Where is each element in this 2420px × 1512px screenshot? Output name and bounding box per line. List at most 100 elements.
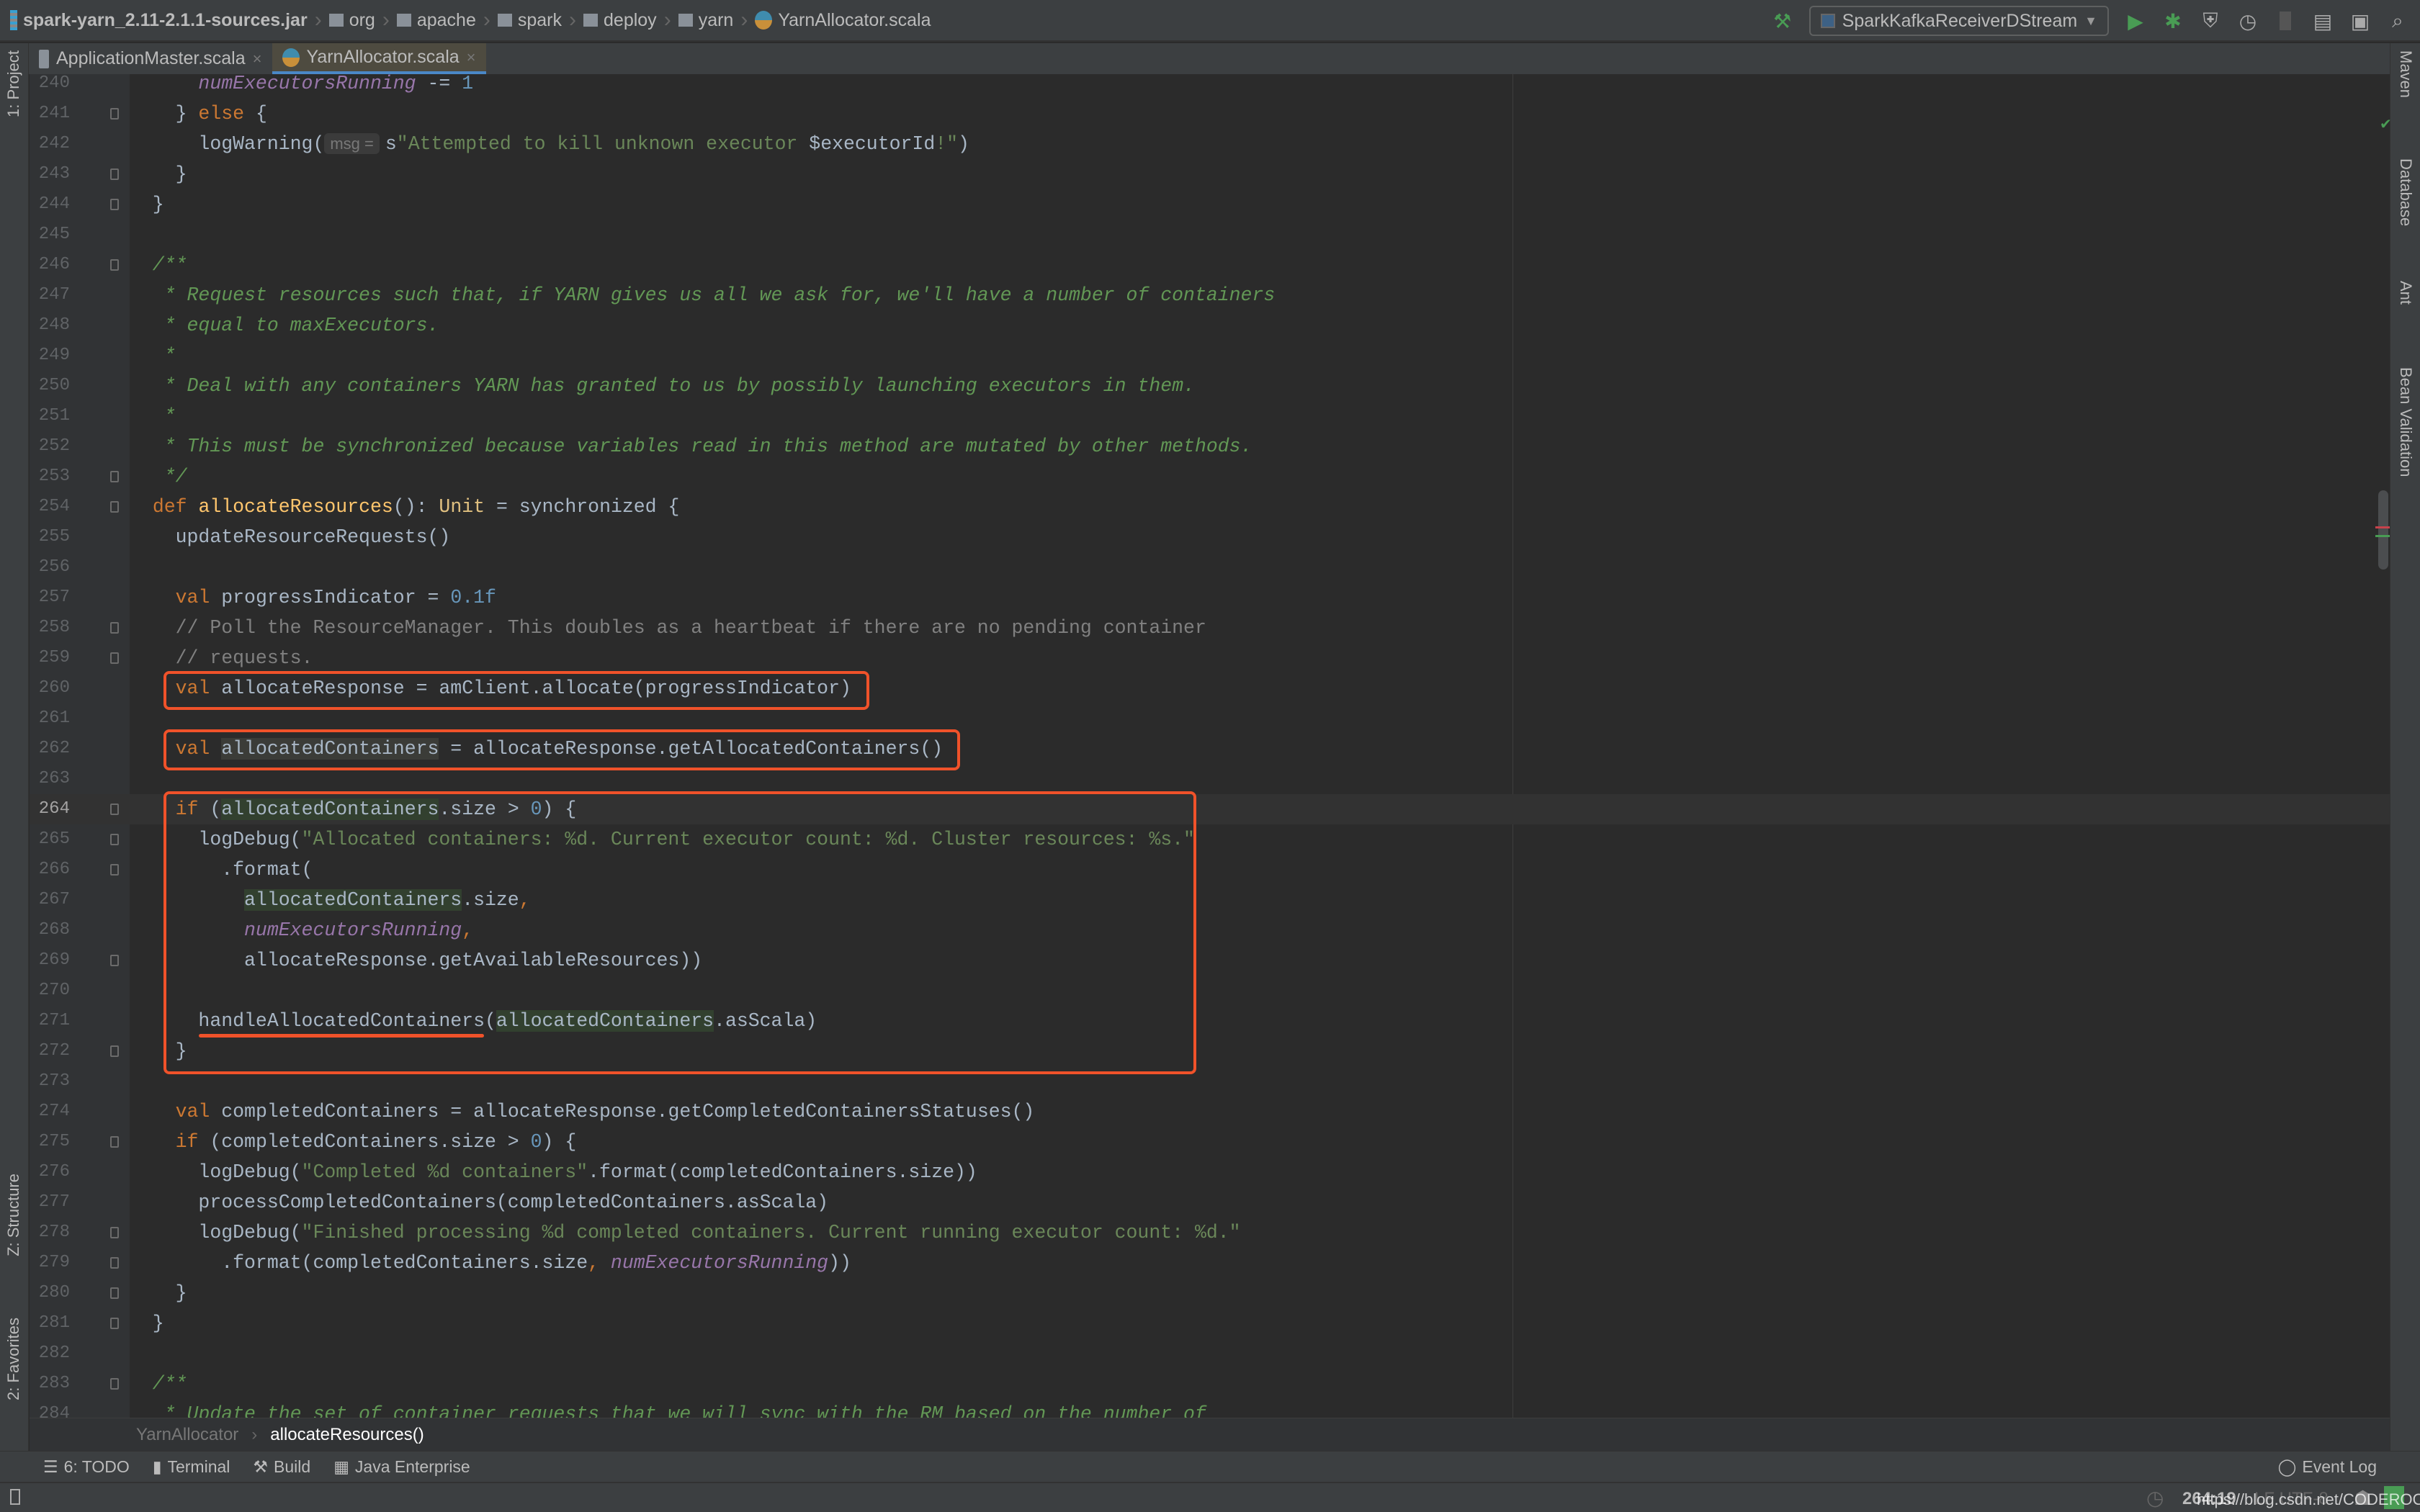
bean-validation-tool-button[interactable]: Bean Validation	[2396, 367, 2415, 477]
fold-marker-icon[interactable]	[110, 1136, 119, 1148]
fold-marker-icon[interactable]	[110, 1045, 119, 1057]
code-line[interactable]: 258 // Poll the ResourceManager. This do…	[30, 613, 2390, 643]
code-line[interactable]: 282	[30, 1338, 2390, 1369]
nav-crumb[interactable]: spark-yarn_2.11-2.1.1-sources.jar	[0, 10, 315, 31]
code-line[interactable]: 249 *	[30, 341, 2390, 371]
code-line[interactable]: 255 updateResourceRequests()	[30, 522, 2390, 552]
code-line[interactable]: 254 def allocateResources(): Unit = sync…	[30, 492, 2390, 522]
build-tool-button[interactable]: ⚒ Build	[241, 1457, 322, 1477]
fold-marker-icon[interactable]	[110, 471, 119, 482]
code-line[interactable]: 274 val completedContainers = allocateRe…	[30, 1097, 2390, 1127]
close-icon[interactable]: ×	[467, 48, 476, 67]
code-token: logDebug(	[130, 1161, 302, 1183]
fold-marker-icon[interactable]	[110, 1257, 119, 1269]
fold-marker-icon[interactable]	[110, 108, 119, 120]
fold-marker-icon[interactable]	[110, 168, 119, 180]
search-icon[interactable]: ⌕	[2387, 9, 2408, 32]
code-line[interactable]: 256	[30, 552, 2390, 582]
fold-marker-icon[interactable]	[110, 1318, 119, 1329]
code-token: // Poll the ResourceManager. This double…	[130, 617, 1206, 639]
stop-icon[interactable]	[2275, 10, 2296, 32]
code-breadcrumb: YarnAllocator › allocateResources()	[30, 1418, 2390, 1451]
code-line[interactable]: 275 if (completedContainers.size > 0) {	[30, 1127, 2390, 1157]
code-line[interactable]: 243 }	[30, 159, 2390, 189]
editor-scrollbar[interactable]: ✔	[2375, 74, 2392, 1418]
maven-tool-button[interactable]: Maven	[2396, 50, 2415, 98]
fold-marker-icon[interactable]	[110, 259, 119, 271]
code-editor[interactable]: 240 numExecutorsRunning -= 1 241 } else {…	[30, 74, 2390, 1418]
code-line[interactable]: 240 numExecutorsRunning -= 1	[30, 74, 2390, 99]
breadcrumb-class[interactable]: YarnAllocator	[136, 1425, 238, 1445]
code-line[interactable]: 280 }	[30, 1278, 2390, 1308]
code-line[interactable]: 244 }	[30, 189, 2390, 220]
code-line[interactable]: 259 // requests.	[30, 643, 2390, 673]
favorites-tool-button[interactable]: 2: Favorites	[4, 1318, 23, 1400]
code-line[interactable]: 245	[30, 220, 2390, 250]
close-icon[interactable]: ×	[253, 50, 262, 68]
code-line[interactable]: 284 * Update the set of container reques…	[30, 1399, 2390, 1418]
run-configuration-select[interactable]: SparkKafkaReceiverDStream ▼	[1809, 6, 2109, 36]
code-line[interactable]: 250 * Deal with any containers YARN has …	[30, 371, 2390, 401]
todo-tool-button[interactable]: ☰ 6: TODO	[0, 1457, 141, 1477]
code-text: *	[130, 401, 176, 431]
fold-marker-icon[interactable]	[110, 652, 119, 664]
fold-marker-icon[interactable]	[110, 804, 119, 815]
line-number: 250	[38, 376, 70, 395]
nav-crumb[interactable]: org	[322, 10, 382, 31]
code-line[interactable]: 278 logDebug("Finished processing %d com…	[30, 1218, 2390, 1248]
debug-icon[interactable]: ✱	[2162, 10, 2184, 32]
run-icon[interactable]: ▶	[2125, 10, 2146, 32]
profile-icon[interactable]: ◷	[2237, 10, 2259, 32]
chevron-right-icon: ›	[314, 8, 322, 32]
memory-indicator-icon[interactable]: ◷	[2146, 1486, 2164, 1510]
folder-icon	[678, 14, 693, 27]
nav-crumb[interactable]: yarn	[671, 10, 741, 31]
code-line[interactable]: 247 * Request resources such that, if YA…	[30, 280, 2390, 310]
code-line[interactable]: 248 * equal to maxExecutors.	[30, 310, 2390, 341]
code-token: numExecutorsRunning	[610, 1252, 829, 1274]
fold-marker-icon[interactable]	[110, 864, 119, 876]
code-line[interactable]: 283 /**	[30, 1369, 2390, 1399]
tab-applicationmaster[interactable]: ApplicationMaster.scala ×	[29, 43, 272, 74]
tab-yarnallocator[interactable]: YarnAllocator.scala ×	[272, 43, 486, 74]
database-tool-button[interactable]: Database	[2396, 158, 2415, 226]
fold-marker-icon[interactable]	[110, 955, 119, 966]
fold-marker-icon[interactable]	[110, 1227, 119, 1238]
code-line[interactable]: 241 } else {	[30, 99, 2390, 129]
nav-crumb[interactable]: deploy	[576, 10, 664, 31]
code-line[interactable]: 276 logDebug("Completed %d containers".f…	[30, 1157, 2390, 1187]
code-line[interactable]: 277 processCompletedContainers(completed…	[30, 1187, 2390, 1218]
code-line[interactable]: 257 val progressIndicator = 0.1f	[30, 582, 2390, 613]
build-hammer-icon[interactable]: ⚒	[1772, 10, 1793, 32]
nav-crumb[interactable]: YarnAllocator.scala	[748, 10, 938, 31]
nav-crumb[interactable]: apache	[390, 10, 483, 31]
fold-marker-icon[interactable]	[110, 199, 119, 210]
ant-tool-button[interactable]: Ant	[2396, 281, 2415, 305]
event-log-button[interactable]: ◯ Event Log	[2267, 1457, 2420, 1477]
coverage-icon[interactable]: ⛨	[2200, 9, 2221, 32]
code-line[interactable]: 252 * This must be synchronized because …	[30, 431, 2390, 462]
fold-marker-icon[interactable]	[110, 1378, 119, 1390]
java-enterprise-tool-button[interactable]: ▦ Java Enterprise	[322, 1457, 482, 1477]
fold-marker-icon[interactable]	[110, 1287, 119, 1299]
fold-marker-icon[interactable]	[110, 834, 119, 845]
project-structure-icon[interactable]: ▤	[2312, 10, 2334, 32]
breadcrumb-method[interactable]: allocateResources()	[270, 1425, 424, 1445]
terminal-window-icon[interactable]: ▣	[2349, 10, 2371, 32]
code-line[interactable]: 251 *	[30, 401, 2390, 431]
code-line[interactable]: 253 */	[30, 462, 2390, 492]
code-line[interactable]: 279 .format(completedContainers.size, nu…	[30, 1248, 2390, 1278]
nav-crumb-label: spark-yarn_2.11-2.1.1-sources.jar	[23, 9, 308, 30]
structure-tool-button[interactable]: Z: Structure	[4, 1174, 23, 1256]
scrollbar-thumb[interactable]	[2378, 490, 2388, 570]
project-tool-button[interactable]: 1: Project	[4, 50, 23, 117]
code-line[interactable]: 246 /**	[30, 250, 2390, 280]
fold-marker-icon[interactable]	[110, 501, 119, 513]
line-number: 275	[38, 1132, 70, 1151]
fold-marker-icon[interactable]	[110, 622, 119, 634]
nav-crumb[interactable]: spark	[490, 10, 569, 31]
code-line[interactable]: 242 logWarning(msg = s"Attempted to kill …	[30, 129, 2390, 159]
code-line[interactable]: 281 }	[30, 1308, 2390, 1338]
layout-icon[interactable]	[10, 1489, 20, 1505]
terminal-tool-button[interactable]: ▮ Terminal	[141, 1457, 242, 1477]
